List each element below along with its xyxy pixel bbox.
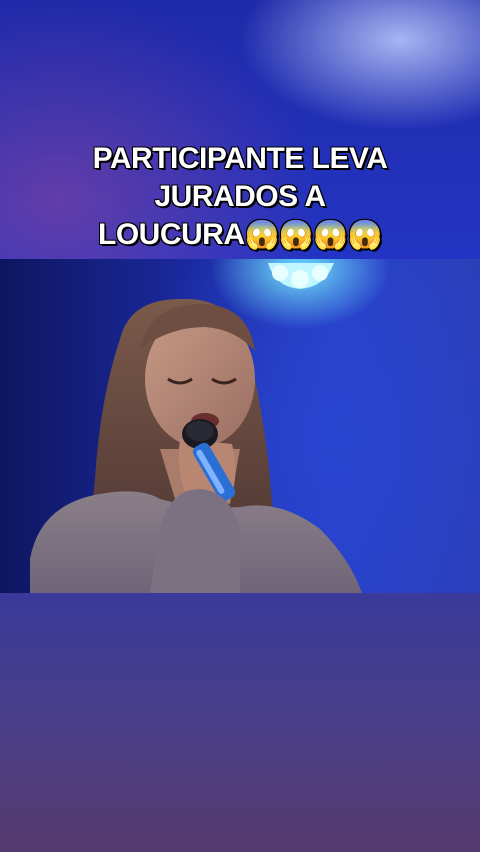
video-post-screen: PARTICIPANTE LEVA JURADOS A LOUCURA😱😱😱😱 <box>0 0 480 852</box>
video-frame[interactable] <box>0 259 480 593</box>
caption-line-1: PARTICIPANTE LEVA <box>92 142 388 175</box>
caption-line-3-text: LOUCURA <box>98 218 245 251</box>
stage-light <box>230 259 370 304</box>
singer-illustration <box>30 259 370 593</box>
scream-emoji-icons: 😱😱😱😱 <box>244 219 383 250</box>
caption-line-3: LOUCURA😱😱😱😱 <box>0 216 480 254</box>
caption-line-2: JURADOS A <box>154 180 326 213</box>
caption-overlay: PARTICIPANTE LEVA JURADOS A LOUCURA😱😱😱😱 <box>0 140 480 254</box>
blurred-background-bottom <box>0 593 480 852</box>
